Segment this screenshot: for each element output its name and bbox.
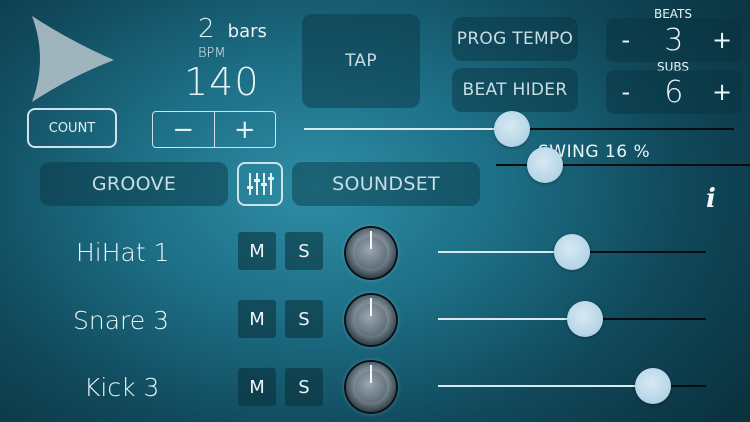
- tempo-slider-thumb[interactable]: [494, 111, 530, 147]
- bars-display: 2 bars: [198, 14, 278, 46]
- beats-increase-button[interactable]: +: [712, 26, 732, 54]
- tempo-slider[interactable]: [304, 111, 734, 147]
- volume-slider[interactable]: [438, 368, 706, 404]
- solo-button[interactable]: S: [285, 232, 323, 270]
- pan-knob[interactable]: [346, 362, 396, 412]
- knob-indicator: [370, 231, 372, 249]
- groove-label: GROOVE: [91, 173, 177, 195]
- volume-slider[interactable]: [438, 234, 706, 270]
- minus-icon: −: [172, 114, 195, 145]
- mute-button[interactable]: M: [238, 368, 276, 406]
- soundset-label: SOUNDSET: [332, 173, 440, 195]
- bpm-increase-button[interactable]: +: [215, 112, 276, 147]
- beats-value: 3: [664, 22, 684, 58]
- knob-indicator: [370, 298, 372, 316]
- play-icon: [32, 16, 114, 102]
- volume-slider-thumb[interactable]: [635, 368, 671, 404]
- bpm-decrease-button[interactable]: −: [153, 112, 215, 147]
- count-button[interactable]: COUNT: [27, 108, 117, 148]
- volume-slider-track-right: [572, 251, 706, 253]
- count-label: COUNT: [48, 120, 96, 136]
- track-name: HiHat 1: [76, 238, 170, 267]
- info-button[interactable]: i: [696, 184, 726, 214]
- mixer-button[interactable]: [237, 162, 283, 206]
- plus-icon: +: [233, 114, 256, 145]
- track-name: Snare 3: [73, 306, 169, 335]
- play-button[interactable]: [28, 14, 118, 104]
- prog-tempo-label: PROG TEMPO: [456, 29, 574, 49]
- beat-hider-button[interactable]: BEAT HIDER: [452, 68, 578, 112]
- tap-button[interactable]: TAP: [302, 14, 420, 108]
- solo-button[interactable]: S: [285, 368, 323, 406]
- tap-label: TAP: [345, 51, 377, 71]
- volume-slider[interactable]: [438, 301, 706, 337]
- volume-slider-track-right: [585, 318, 706, 320]
- knob-indicator: [370, 365, 372, 383]
- bpm-stepper: − +: [152, 111, 276, 148]
- pan-knob[interactable]: [346, 295, 396, 345]
- subs-increase-button[interactable]: +: [712, 78, 732, 106]
- groove-button[interactable]: GROOVE: [40, 162, 228, 206]
- bpm-label: BPM: [198, 46, 226, 61]
- swing-slider-thumb[interactable]: [527, 147, 563, 183]
- bars-label: bars: [227, 21, 267, 42]
- beats-decrease-button[interactable]: -: [616, 26, 636, 54]
- bars-value: 2: [198, 14, 215, 44]
- beat-hider-label: BEAT HIDER: [462, 80, 568, 100]
- tempo-slider-track-right: [512, 128, 734, 130]
- pan-knob[interactable]: [346, 228, 396, 278]
- subs-decrease-button[interactable]: -: [616, 78, 636, 106]
- bpm-value[interactable]: 140: [184, 60, 260, 104]
- track-name: Kick 3: [84, 373, 160, 402]
- volume-slider-thumb[interactable]: [567, 301, 603, 337]
- prog-tempo-button[interactable]: PROG TEMPO: [452, 17, 578, 61]
- volume-slider-thumb[interactable]: [554, 234, 590, 270]
- mixer-icon: [247, 173, 274, 195]
- mute-button[interactable]: M: [238, 232, 276, 270]
- solo-button[interactable]: S: [285, 300, 323, 338]
- beats-stepper: - 3 +: [606, 18, 742, 62]
- subs-value: 6: [664, 74, 684, 110]
- soundset-button[interactable]: SOUNDSET: [292, 162, 480, 206]
- swing-slider[interactable]: [496, 147, 750, 183]
- subs-stepper: - 6 +: [606, 70, 742, 114]
- info-icon: i: [706, 184, 716, 214]
- mute-button[interactable]: M: [238, 300, 276, 338]
